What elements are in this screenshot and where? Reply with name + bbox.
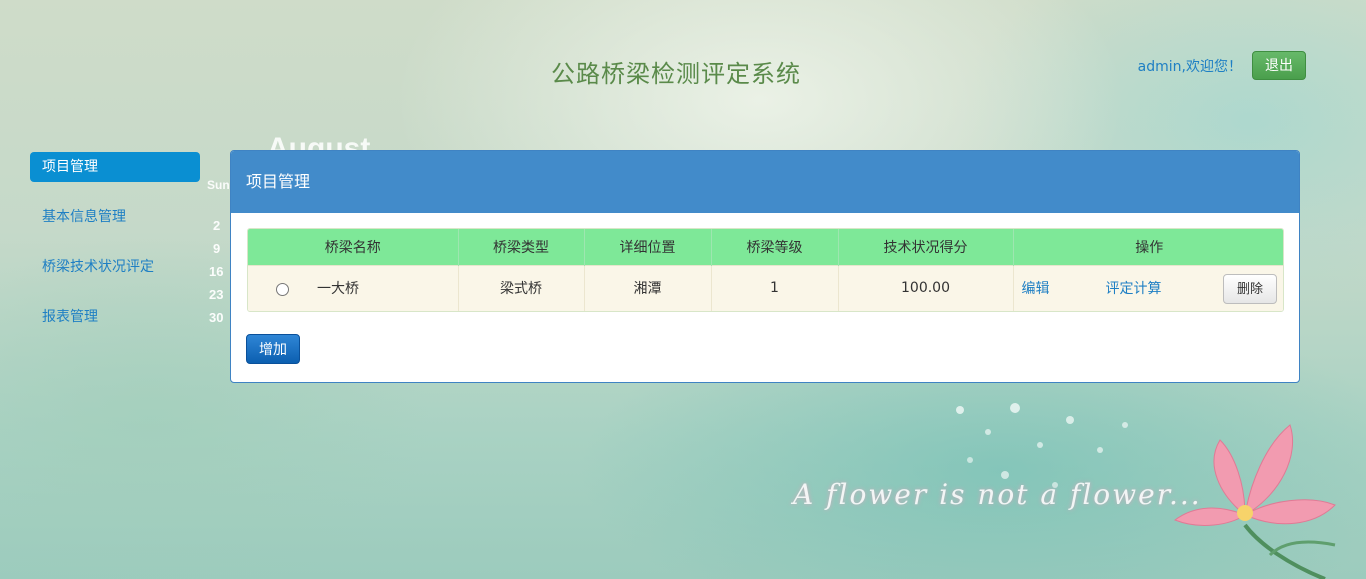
sidebar: 项目管理 基本信息管理 桥梁技术状况评定 报表管理: [30, 152, 200, 352]
calendar-day: 9: [213, 241, 221, 256]
table-row: 一大桥 梁式桥 湘潭 1 100.00 编辑 评定计算 删除: [248, 264, 1283, 311]
sidebar-item-project-management[interactable]: 项目管理: [30, 152, 200, 182]
cell-grade: 1: [711, 264, 839, 311]
column-header-bridge-type: 桥梁类型: [458, 229, 585, 265]
calendar-day: 30: [209, 310, 224, 325]
column-header-bridge-name: 桥梁名称: [248, 229, 459, 265]
sidebar-item-bridge-condition-evaluation[interactable]: 桥梁技术状况评定: [30, 252, 200, 282]
welcome-text: admin,欢迎您！: [1137, 58, 1242, 75]
flower-decoration: [1173, 424, 1336, 579]
calendar-day: 2: [213, 218, 221, 233]
column-header-actions: 操作: [1013, 229, 1283, 265]
add-button[interactable]: 增加: [246, 334, 300, 364]
project-panel: 项目管理 桥梁名称 桥梁类型 详细位置 桥梁等级 技术状况得分 操作 一大桥 梁…: [230, 150, 1300, 383]
column-header-location: 详细位置: [584, 229, 712, 265]
bridge-table: 桥梁名称 桥梁类型 详细位置 桥梁等级 技术状况得分 操作 一大桥 梁式桥 湘潭…: [247, 228, 1284, 312]
panel-title: 项目管理: [231, 151, 1299, 213]
cell-score: 100.00: [838, 264, 1014, 311]
table-header-row: 桥梁名称 桥梁类型 详细位置 桥梁等级 技术状况得分 操作: [248, 229, 1283, 265]
column-header-score: 技术状况得分: [838, 229, 1014, 265]
calendar-day-header: Sun: [207, 178, 230, 192]
user-area: admin,欢迎您！ 退出: [1138, 51, 1306, 80]
column-header-grade: 桥梁等级: [711, 229, 839, 265]
edit-link[interactable]: 编辑: [1022, 281, 1050, 297]
delete-button[interactable]: 删除: [1223, 273, 1277, 304]
cell-actions: 编辑 评定计算 删除: [1013, 264, 1283, 311]
cell-bridge-name: 一大桥: [248, 264, 459, 311]
row-select-radio[interactable]: [276, 282, 289, 296]
calendar-day: 16: [209, 264, 224, 279]
logout-button[interactable]: 退出: [1252, 51, 1306, 80]
evaluate-link[interactable]: 评定计算: [1106, 281, 1162, 297]
background-tagline: A flower is not a flower...: [793, 478, 1202, 511]
cell-location: 湘潭: [584, 264, 712, 311]
cell-bridge-type: 梁式桥: [458, 264, 585, 311]
sidebar-item-report-management[interactable]: 报表管理: [30, 302, 200, 332]
calendar-day: 23: [209, 287, 224, 302]
sidebar-item-basic-info-management[interactable]: 基本信息管理: [30, 202, 200, 232]
bridge-name: 一大桥: [317, 281, 359, 298]
